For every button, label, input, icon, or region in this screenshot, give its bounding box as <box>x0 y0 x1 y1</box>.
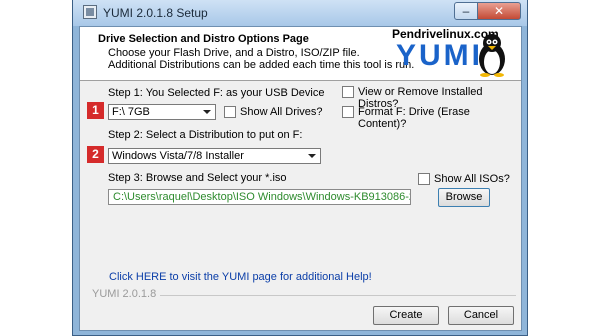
setup-window: YUMI 2.0.1.8 Setup – ✕ Drive Selection a… <box>72 0 528 336</box>
page-title: Drive Selection and Distro Options Page <box>98 33 309 45</box>
close-button[interactable]: ✕ <box>477 2 521 20</box>
view-remove-checkbox[interactable] <box>342 86 354 98</box>
title-bar[interactable]: YUMI 2.0.1.8 Setup – ✕ <box>73 0 527 26</box>
create-button[interactable]: Create <box>373 306 439 325</box>
format-drive-label: Format F: Drive (Erase Content)? <box>358 106 470 130</box>
page-subtitle-line1: Choose your Flash Drive, and a Distro, I… <box>108 47 360 59</box>
distro-select[interactable]: Windows Vista/7/8 Installer <box>108 148 321 164</box>
step2-label: Step 2: Select a Distribution to put on … <box>108 129 303 141</box>
step1-label: Step 1: You Selected F: as your USB Devi… <box>108 87 325 99</box>
drive-select[interactable]: F:\ 7GB <box>108 104 216 120</box>
cancel-button[interactable]: Cancel <box>448 306 514 325</box>
step2-marker: 2 <box>87 146 104 163</box>
drive-select-value: F:\ 7GB <box>112 106 150 118</box>
browse-button[interactable]: Browse <box>438 188 490 207</box>
dropdown-arrow-icon <box>203 110 211 114</box>
dropdown-arrow-icon <box>308 154 316 158</box>
step3-label: Step 3: Browse and Select your *.iso <box>108 172 287 184</box>
help-link[interactable]: Click HERE to visit the YUMI page for ad… <box>109 271 372 283</box>
show-all-drives-label: Show All Drives? <box>240 106 323 118</box>
app-icon <box>83 5 97 19</box>
yumi-logo: Pendrivelinux.com YUMI <box>384 27 518 79</box>
footer-divider <box>160 295 516 296</box>
penguin-icon <box>479 34 505 77</box>
client-area: Drive Selection and Distro Options Page … <box>79 26 522 331</box>
show-all-isos-checkbox[interactable] <box>418 173 430 185</box>
format-drive-checkbox[interactable] <box>342 106 354 118</box>
header-panel: Drive Selection and Distro Options Page … <box>80 27 521 81</box>
version-label: YUMI 2.0.1.8 <box>92 288 157 300</box>
step1-marker: 1 <box>87 102 104 119</box>
window-title: YUMI 2.0.1.8 Setup <box>103 6 208 20</box>
show-all-drives-checkbox[interactable] <box>224 106 236 118</box>
show-all-isos-label: Show All ISOs? <box>434 173 510 185</box>
minimize-button[interactable]: – <box>454 2 478 20</box>
distro-select-value: Windows Vista/7/8 Installer <box>112 150 244 162</box>
logo-name-text: YUMI <box>396 39 483 72</box>
iso-path-field[interactable]: C:\Users\raquel\Desktop\ISO Windows\Wind… <box>108 189 411 205</box>
page-subtitle-line2: Additional Distributions can be added ea… <box>108 59 415 71</box>
